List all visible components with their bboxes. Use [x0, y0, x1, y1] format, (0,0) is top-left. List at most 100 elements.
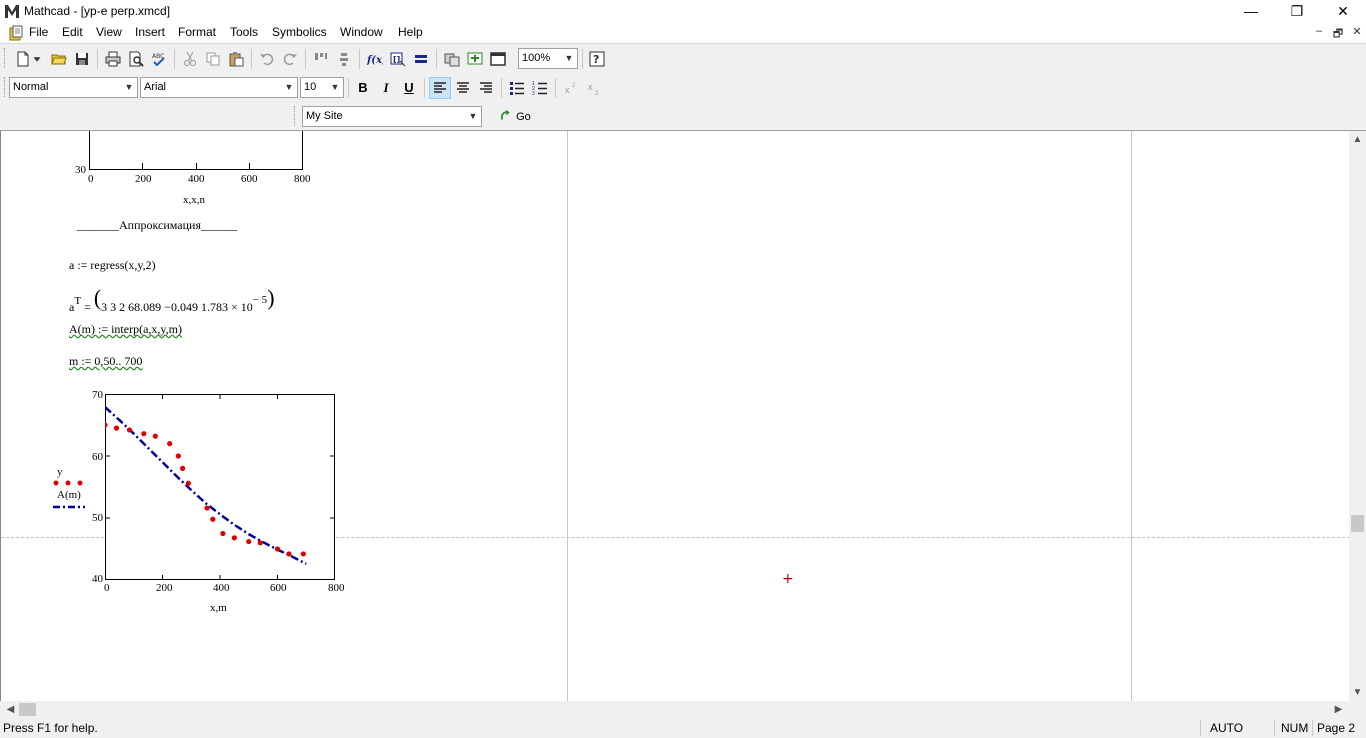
- menu-edit[interactable]: Edit: [62, 25, 83, 39]
- series-y-point: [185, 480, 191, 486]
- redo-icon[interactable]: [279, 48, 301, 70]
- vertical-scroll-thumb[interactable]: [1351, 515, 1364, 532]
- doc-close-button[interactable]: ✕: [1349, 25, 1365, 41]
- result-equals: =: [81, 300, 94, 314]
- style-select[interactable]: Normal ▼: [9, 77, 138, 98]
- series-y-point: [210, 516, 216, 522]
- svg-text:2: 2: [595, 91, 599, 96]
- italic-button[interactable]: I: [375, 77, 397, 99]
- bullets-button[interactable]: [506, 77, 528, 99]
- insert-unit-icon[interactable]: []: [387, 48, 409, 70]
- align-right-button[interactable]: [475, 77, 497, 99]
- window-icon[interactable]: [487, 48, 509, 70]
- plot-1-x-tick: 200: [135, 173, 152, 185]
- plot-1-x-tick: 600: [241, 173, 258, 185]
- interp-definition[interactable]: A(m) := interp(a,x,y,m): [69, 322, 182, 337]
- print-icon[interactable]: [102, 48, 124, 70]
- new-dropdown-chevron-icon[interactable]: [30, 48, 44, 70]
- restore-button[interactable]: ❐: [1274, 0, 1320, 23]
- range-definition[interactable]: m := 0,50.. 700: [69, 354, 142, 369]
- resource-center-icon[interactable]: [464, 48, 486, 70]
- plot-2-x-tick: 200: [156, 582, 173, 594]
- toolbar-grip[interactable]: [4, 48, 7, 68]
- align-top-icon[interactable]: [310, 48, 332, 70]
- menu-file[interactable]: File: [29, 25, 48, 39]
- right-paren: ): [267, 285, 275, 310]
- align-center-button[interactable]: [452, 77, 474, 99]
- font-value: Arial: [144, 81, 167, 93]
- site-select[interactable]: My Site ▼: [302, 106, 482, 127]
- plot-1-x-tick: 800: [294, 173, 311, 185]
- zoom-value: 100%: [522, 52, 551, 64]
- series-y-point: [180, 465, 186, 471]
- menu-help[interactable]: Help: [398, 25, 423, 39]
- minimize-button[interactable]: —: [1228, 0, 1274, 23]
- save-icon[interactable]: [71, 48, 93, 70]
- page-boundary-line: [567, 131, 568, 701]
- svg-text:?: ?: [593, 53, 599, 66]
- align-left-button[interactable]: [429, 77, 451, 99]
- chevron-down-icon: ▼: [564, 53, 574, 63]
- toolbar-grip[interactable]: [4, 77, 7, 97]
- close-button[interactable]: ✕: [1320, 0, 1366, 23]
- menu-view[interactable]: View: [96, 25, 122, 39]
- print-preview-icon[interactable]: [125, 48, 147, 70]
- copy-icon[interactable]: [202, 48, 224, 70]
- regress-equation[interactable]: a := regress(x,y,2): [69, 258, 156, 273]
- page-boundary-line: [1131, 131, 1132, 701]
- numbered-list-icon: 123: [532, 81, 547, 97]
- cut-icon[interactable]: [179, 48, 201, 70]
- horizontal-scrollbar[interactable]: ◀ ▶: [0, 701, 1349, 718]
- zoom-select[interactable]: 100% ▼: [518, 48, 578, 69]
- result-values: 3 3 2 68.089 −0.049 1.783 × 10: [101, 300, 253, 314]
- calculate-icon[interactable]: [410, 48, 432, 70]
- component-icon[interactable]: [441, 48, 463, 70]
- svg-text:3: 3: [532, 91, 535, 96]
- menu-tools[interactable]: Tools: [230, 25, 258, 39]
- svg-text:f(x): f(x): [367, 55, 383, 66]
- align-down-icon[interactable]: [333, 48, 355, 70]
- scroll-down-icon[interactable]: ▼: [1349, 684, 1366, 701]
- vertical-scrollbar[interactable]: ▲ ▼: [1349, 131, 1366, 701]
- status-help-text: Press F1 for help.: [3, 721, 98, 735]
- plot-1-y-min-label: 30: [75, 164, 86, 176]
- coefficients-result[interactable]: aT = (3 3 2 68.089 −0.049 1.783 × 10− 5): [69, 281, 275, 314]
- subscript-button[interactable]: x2: [583, 77, 605, 99]
- worksheet[interactable]: 30 0 200 400 600 800 x,x,n _______Аппрок…: [0, 131, 1349, 701]
- menu-window[interactable]: Window: [340, 25, 383, 39]
- toolbar-grip[interactable]: [294, 106, 297, 126]
- plot-2-x-tick: 800: [328, 582, 345, 594]
- align-right-icon: [480, 82, 492, 93]
- underline-button[interactable]: U: [398, 77, 420, 99]
- font-select[interactable]: Arial ▼: [140, 77, 298, 98]
- help-icon[interactable]: ?: [586, 48, 608, 70]
- scroll-up-icon[interactable]: ▲: [1349, 131, 1366, 148]
- go-button[interactable]: Go: [500, 106, 531, 128]
- chevron-down-icon: ▼: [284, 82, 294, 92]
- insert-function-icon[interactable]: f(x): [364, 48, 386, 70]
- status-bar: Press F1 for help. AUTO NUM Page 2: [0, 718, 1366, 738]
- document-icon[interactable]: [8, 25, 24, 41]
- font-size-select[interactable]: 10 ▼: [300, 77, 344, 98]
- doc-minimize-button[interactable]: –: [1311, 25, 1327, 41]
- doc-restore-button[interactable]: 🗗: [1330, 25, 1346, 41]
- spell-check-icon[interactable]: ABC: [148, 48, 170, 70]
- superscript-button[interactable]: x2: [560, 77, 582, 99]
- formatting-toolbar: Normal ▼ Arial ▼ 10 ▼ B I U 123 x 2 x 2: [0, 73, 612, 102]
- bold-button[interactable]: B: [352, 77, 374, 99]
- undo-icon[interactable]: [256, 48, 278, 70]
- web-toolbar: My Site ▼ Go: [290, 102, 544, 131]
- paste-icon[interactable]: [225, 48, 247, 70]
- scroll-left-icon[interactable]: ◀: [2, 701, 19, 718]
- section-heading[interactable]: _______Аппроксимация______: [77, 218, 237, 233]
- menu-format[interactable]: Format: [178, 25, 216, 39]
- status-page: Page 2: [1317, 721, 1356, 735]
- menu-insert[interactable]: Insert: [135, 25, 165, 39]
- open-folder-icon[interactable]: [48, 48, 70, 70]
- subscript-icon: x2: [588, 82, 599, 97]
- scroll-right-icon[interactable]: ▶: [1330, 701, 1347, 718]
- numbering-button[interactable]: 123: [529, 77, 551, 99]
- menu-symbolics[interactable]: Symbolics: [272, 25, 327, 39]
- series-y-point: [231, 535, 237, 541]
- horizontal-scroll-thumb[interactable]: [19, 703, 36, 716]
